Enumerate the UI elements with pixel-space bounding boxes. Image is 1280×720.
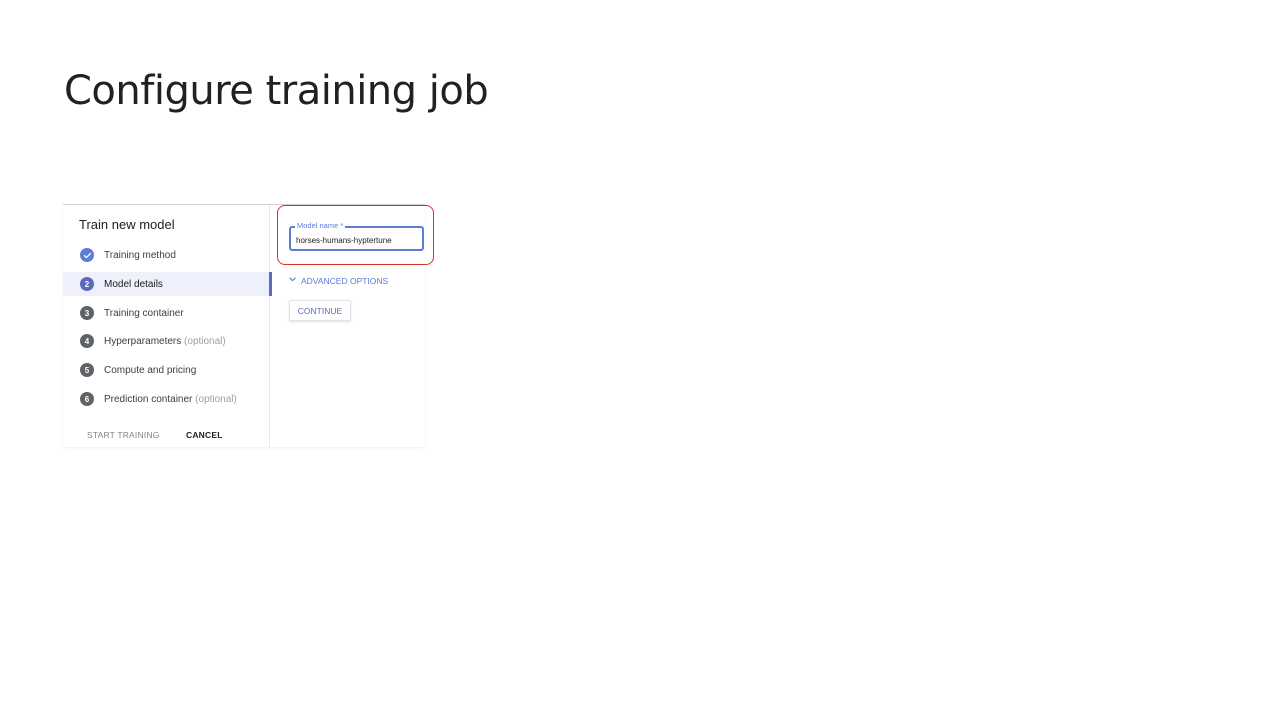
optional-tag: (optional) — [184, 335, 226, 347]
check-icon — [80, 248, 94, 262]
step-number: 6 — [80, 392, 94, 406]
stepper-panel: Train new model Training method 2 Model … — [63, 205, 272, 448]
step-label: Compute and pricing — [104, 364, 197, 376]
step-prediction-container[interactable]: 6 Prediction container (optional) — [63, 387, 271, 411]
step-label: Prediction container (optional) — [104, 394, 237, 405]
start-training-button[interactable]: START TRAINING — [87, 430, 160, 440]
step-label: Model details — [104, 278, 163, 290]
chevron-down-icon — [288, 275, 297, 286]
model-name-field[interactable]: Model name * horses-humans-hyptertune — [289, 221, 424, 251]
step-compute-and-pricing[interactable]: 5 Compute and pricing — [63, 358, 271, 382]
step-label-text: Prediction container — [104, 393, 193, 405]
step-training-method[interactable]: Training method — [63, 243, 271, 267]
model-name-input[interactable]: horses-humans-hyptertune — [296, 236, 392, 245]
continue-button[interactable]: CONTINUE — [289, 300, 351, 321]
optional-tag: (optional) — [195, 393, 237, 405]
model-name-label: Model name * — [295, 221, 346, 230]
step-label: Training method — [104, 249, 176, 261]
step-number: 3 — [80, 306, 94, 320]
step-number: 2 — [80, 277, 94, 291]
advanced-options-label: ADVANCED OPTIONS — [301, 275, 389, 286]
step-number: 5 — [80, 363, 94, 377]
step-label: Hyperparameters (optional) — [104, 336, 226, 347]
step-model-details[interactable]: 2 Model details — [63, 272, 272, 296]
step-training-container[interactable]: 3 Training container — [63, 301, 271, 325]
slide-title: Configure training job — [64, 68, 489, 114]
step-label: Training container — [104, 307, 184, 319]
step-hyperparameters[interactable]: 4 Hyperparameters (optional) — [63, 329, 271, 353]
cancel-button[interactable]: CANCEL — [186, 430, 223, 440]
step-number: 4 — [80, 334, 94, 348]
advanced-options-toggle[interactable]: ADVANCED OPTIONS — [288, 275, 388, 286]
dialog-title: Train new model — [79, 217, 175, 232]
step-label-text: Hyperparameters — [104, 335, 182, 347]
